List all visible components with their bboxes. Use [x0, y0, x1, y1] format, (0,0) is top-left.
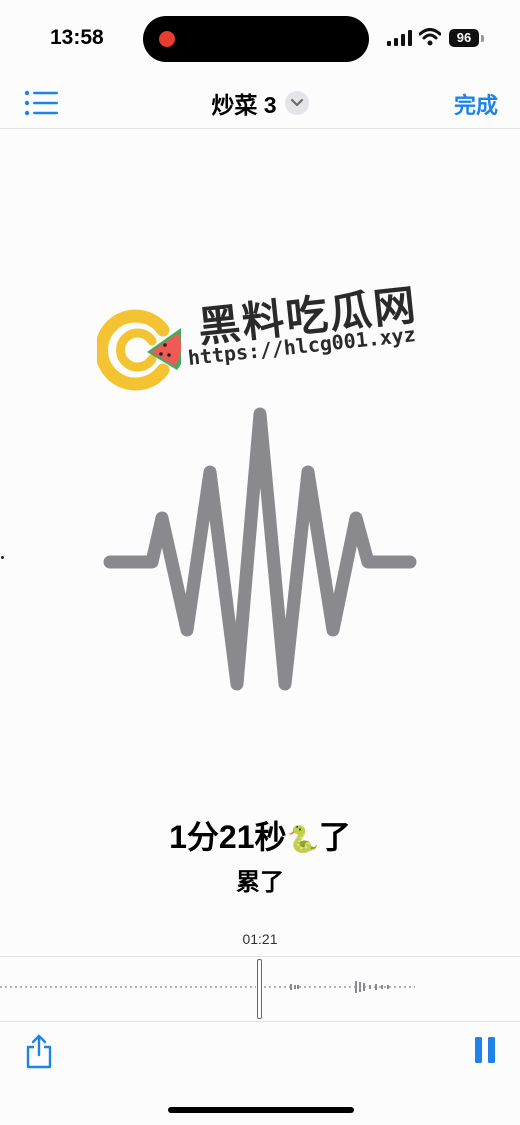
- caption-sub: 累了: [236, 869, 284, 896]
- battery-tip: [481, 35, 484, 42]
- nav-bar: 炒菜 3 完成: [0, 78, 520, 129]
- recording-title[interactable]: 炒菜 3: [211, 92, 276, 118]
- status-time: 13:58: [50, 26, 104, 49]
- home-indicator[interactable]: [168, 1107, 354, 1113]
- wifi-icon: [419, 28, 441, 46]
- chevron-down-icon: [290, 98, 303, 107]
- watermark-logo-icon: [97, 309, 181, 391]
- timeline-scrubber[interactable]: [0, 956, 520, 1022]
- pause-icon[interactable]: [474, 1036, 496, 1064]
- caption-main-suffix: 了: [318, 819, 351, 855]
- recording-indicator-icon: [159, 31, 175, 47]
- audio-waveform-icon: [103, 407, 417, 691]
- snake-emoji: 🐍: [286, 824, 319, 854]
- done-button[interactable]: 完成: [454, 88, 498, 120]
- edge-dot: [1, 556, 4, 559]
- playhead-handle[interactable]: [257, 959, 262, 1019]
- title-options-button[interactable]: [284, 91, 309, 115]
- caption-main-text: 1分21秒: [169, 819, 287, 855]
- dynamic-island[interactable]: [143, 16, 369, 62]
- playback-timestamp: 01:21: [242, 931, 278, 947]
- status-bar: 13:58 96: [0, 0, 520, 78]
- caption-main: 1分21秒🐍了: [0, 812, 520, 858]
- title-group: 炒菜 3: [0, 86, 520, 120]
- battery-indicator: 96: [449, 29, 479, 47]
- cellular-signal-icon: [387, 30, 412, 46]
- share-icon[interactable]: [24, 1033, 54, 1069]
